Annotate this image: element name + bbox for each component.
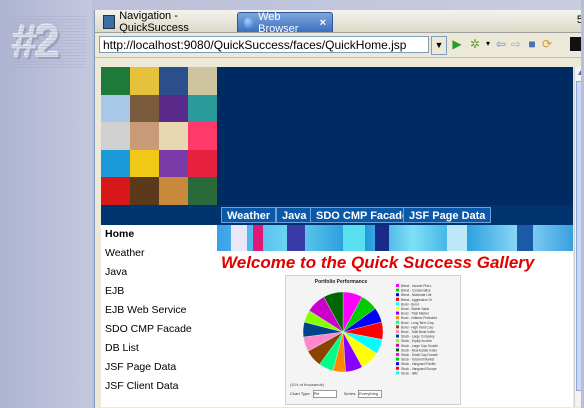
series-label: Series: — [343, 391, 357, 397]
portfolio-chart: Portfolio Performance Blend - Income Plu… — [285, 275, 461, 405]
legend-swatch — [396, 320, 399, 324]
nav-item-sdo-cmp-facade[interactable]: SDO CMP Facade — [101, 320, 217, 339]
favorites-dropdown-icon[interactable]: ▾ — [481, 37, 495, 51]
legend-label: Stock - Vanguard Pacific — [401, 362, 436, 366]
legend-label: Stock - Vanguard Europe — [401, 367, 437, 371]
refresh-icon[interactable]: ⟳ — [540, 37, 554, 51]
mouse-cursor-icon: ▸ — [382, 406, 388, 407]
nav-item-db-list[interactable]: DB List — [101, 339, 217, 358]
legend-swatch — [396, 284, 399, 287]
legend-label: Bond - Inflation Protected — [401, 316, 437, 320]
legend-swatch — [396, 288, 399, 292]
banner-image-collage — [101, 67, 217, 205]
legend-label: Stock - Large Cap Growth — [401, 344, 438, 348]
legend-label: Stock - Real Estate Index — [401, 348, 437, 352]
nav-item-java[interactable]: Java — [101, 263, 217, 282]
legend-label: Bond - Total Bond Index — [401, 330, 435, 334]
chart-subtitle: (10's of thousands) — [290, 382, 324, 387]
menu-weather[interactable]: Weather — [221, 207, 277, 223]
legend-label: Stock - Small Cap Growth — [401, 353, 438, 357]
legend-swatch — [396, 307, 399, 310]
legend-swatch — [396, 357, 399, 361]
legend-swatch — [396, 343, 399, 347]
nav-item-weather[interactable]: Weather — [101, 244, 217, 263]
tab-label: Navigation - QuickSuccess — [119, 10, 189, 34]
nav-item-ejb[interactable]: EJB — [101, 282, 217, 301]
chart-controls: Chart Type: Pie Series: Everything — [290, 390, 456, 400]
pie-chart: Blend - Income Plus LBlend - Conservativ… — [302, 284, 438, 375]
top-menubar: Weather Java SDO CMP Facade JSF Page Dat… — [101, 205, 573, 225]
stop-icon[interactable]: ■ — [525, 37, 539, 51]
legend-label: Bond - Bond — [401, 302, 419, 306]
url-input[interactable] — [99, 36, 429, 53]
legend-label: Bond - Stable Value — [401, 307, 429, 311]
legend-swatch — [396, 302, 399, 306]
go-icon[interactable]: ▶ — [450, 37, 464, 51]
eclipse-editor-window: Navigation - QuickSuccess Web Browser × … — [94, 10, 584, 408]
browser-content: Weather Java SDO CMP Facade JSF Page Dat… — [101, 67, 573, 407]
series-select[interactable]: Everything — [358, 390, 383, 398]
legend-label: Stock - Large Company — [401, 335, 435, 339]
left-navigation: Home Weather Java EJB EJB Web Service SD… — [101, 225, 217, 407]
legend-swatch — [396, 330, 399, 333]
chart-type-label: Chart Type: — [290, 391, 311, 397]
banner-header — [217, 67, 573, 205]
menu-jsf-page-data[interactable]: JSF Page Data — [403, 207, 492, 223]
legend-swatch — [396, 311, 399, 315]
tab-navigation-quicksuccess[interactable]: Navigation - QuickSuccess — [97, 10, 237, 34]
legend-label: Stock - IBM — [401, 371, 418, 375]
step-badge: #2 — [12, 14, 86, 68]
welcome-heading: Welcome to the Quick Success Gallery — [221, 253, 535, 272]
legend-label: Blend - Conservative — [401, 289, 431, 293]
close-icon[interactable]: × — [320, 17, 326, 29]
legend-swatch — [396, 366, 399, 370]
globe-icon — [244, 16, 255, 29]
legend-label: Bond - Total Market — [401, 312, 429, 316]
browser-toolbar: ▼ ▶ ✲ ▾ ⇦ ⇨ ■ ⟳ — [95, 33, 584, 58]
legend-label: Blend - Income Plus L — [401, 284, 432, 288]
dropdown-arrow-icon[interactable]: ▼ — [431, 36, 447, 55]
nav-item-jsf-client-data[interactable]: JSF Client Data — [101, 377, 217, 396]
legend-swatch — [396, 297, 399, 301]
legend-swatch — [396, 362, 399, 366]
navigation-view-icon — [103, 15, 116, 29]
menu-sdo-cmp-facade[interactable]: SDO CMP Facade — [310, 207, 415, 223]
legend-label: Blend - Aggressive Gr — [401, 298, 433, 302]
chart-type-select[interactable]: Pie — [312, 390, 337, 398]
legend-swatch — [396, 293, 399, 297]
legend-swatch — [396, 325, 399, 329]
legend-label: Bond - High Yield Corp — [401, 325, 434, 329]
legend-swatch — [396, 334, 399, 338]
decorative-image-strip — [217, 225, 573, 251]
legend-swatch — [396, 348, 399, 352]
nav-item-jsf-page-data[interactable]: JSF Page Data — [101, 358, 217, 377]
legend-label: Stock - Total Intl Market — [401, 358, 434, 362]
legend-label: Stock - Equity Income — [401, 339, 432, 343]
menu-java[interactable]: Java — [276, 207, 313, 223]
legend-label: Bond - Long Term Corp — [401, 321, 434, 325]
legend-swatch — [396, 316, 399, 320]
editor-tabbar: Navigation - QuickSuccess Web Browser × … — [95, 10, 584, 35]
nav-item-home[interactable]: Home — [101, 225, 217, 244]
tab-label: Web Browser — [258, 10, 299, 35]
legend-swatch — [396, 371, 399, 375]
back-icon[interactable]: ⇦ — [494, 37, 508, 51]
legend-label: Blend - Moderate Life — [401, 293, 432, 297]
forward-icon[interactable]: ⇨ — [509, 37, 523, 51]
favorites-icon[interactable]: ✲ — [468, 37, 482, 51]
tab-web-browser[interactable]: Web Browser × — [237, 10, 333, 35]
nav-item-ejb-web-service[interactable]: EJB Web Service — [101, 301, 217, 320]
legend-swatch — [396, 353, 399, 356]
legend-swatch — [396, 339, 399, 343]
